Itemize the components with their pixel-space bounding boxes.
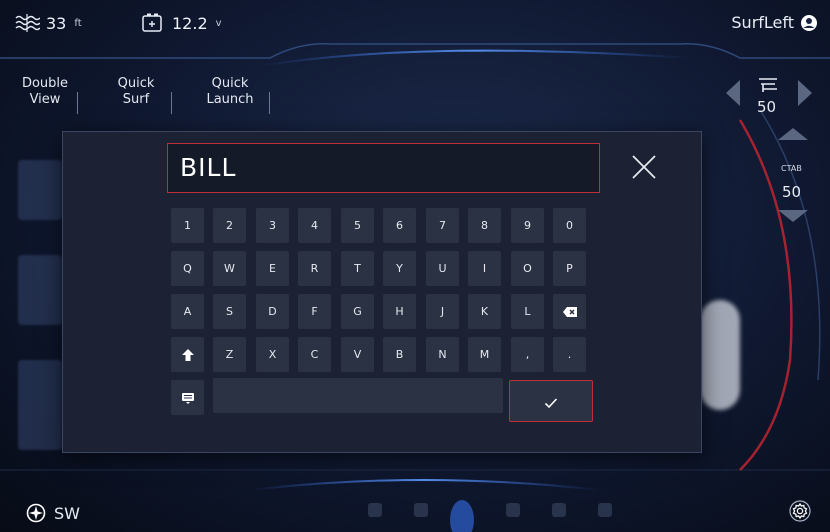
depth-readout: 33 ft <box>14 12 82 34</box>
key-t[interactable]: T <box>341 251 374 286</box>
depth-waves-icon <box>15 14 40 32</box>
keyboard-layout-key[interactable] <box>171 380 204 415</box>
dock-icon[interactable] <box>414 503 428 517</box>
background-blurred-shape <box>700 300 740 410</box>
key-n[interactable]: N <box>426 337 459 372</box>
heading-value: SW <box>54 503 80 523</box>
ctab-up-arrow[interactable] <box>776 126 810 142</box>
key-2[interactable]: 2 <box>213 208 246 243</box>
compass-icon <box>26 503 46 523</box>
confirm-button[interactable] <box>509 380 593 422</box>
key-f[interactable]: F <box>298 294 331 329</box>
key-b[interactable]: B <box>383 337 416 372</box>
key-l[interactable]: L <box>511 294 544 329</box>
key-y[interactable]: Y <box>383 251 416 286</box>
key-x[interactable]: X <box>256 337 289 372</box>
key-j[interactable]: J <box>426 294 459 329</box>
close-icon[interactable] <box>630 153 658 181</box>
ctab-down-arrow[interactable] <box>776 208 810 224</box>
key-0[interactable]: 0 <box>553 208 586 243</box>
battery-icon <box>142 13 162 32</box>
trim-right-arrow[interactable] <box>796 78 814 108</box>
key-4[interactable]: 4 <box>298 208 331 243</box>
key-q[interactable]: Q <box>171 251 204 286</box>
dock-icon[interactable] <box>368 503 382 517</box>
key-5[interactable]: 5 <box>341 208 374 243</box>
tab-label: Quick <box>211 76 249 91</box>
key-8[interactable]: 8 <box>468 208 501 243</box>
key-period[interactable]: . <box>553 337 586 372</box>
trim-left-arrow[interactable] <box>724 78 742 108</box>
depth-value: 33 <box>46 13 67 33</box>
backspace-icon <box>562 307 577 317</box>
key-comma[interactable]: , <box>511 337 544 372</box>
key-c[interactable]: C <box>298 337 331 372</box>
trim-tab-icon <box>759 78 777 92</box>
ctab-value: 50 <box>782 183 802 201</box>
tab-label: Launch <box>206 92 254 107</box>
key-r[interactable]: R <box>298 251 331 286</box>
dock-icon[interactable] <box>552 503 566 517</box>
top-status-bar: 33 ft 12.2 v SurfLeft <box>0 0 830 58</box>
checkmark-icon <box>544 397 558 408</box>
battery-readout: 12.2 v <box>140 12 222 34</box>
shift-arrow-icon <box>181 349 194 361</box>
trim-value: 50 <box>757 98 777 116</box>
tab-label: Surf <box>122 92 150 107</box>
background-blurred-panel <box>0 120 62 500</box>
key-g[interactable]: G <box>341 294 374 329</box>
user-circle-icon <box>801 14 817 31</box>
tab-double-view[interactable]: Double View <box>20 74 78 114</box>
key-v[interactable]: V <box>341 337 374 372</box>
key-1[interactable]: 1 <box>171 208 204 243</box>
key-w[interactable]: W <box>213 251 246 286</box>
ctab-label: CTAB <box>781 164 802 173</box>
shift-key[interactable] <box>171 337 204 372</box>
key-o[interactable]: O <box>511 251 544 286</box>
key-a[interactable]: A <box>171 294 204 329</box>
tab-quick-launch[interactable]: Quick Launch <box>198 74 270 114</box>
key-3[interactable]: 3 <box>256 208 289 243</box>
key-d[interactable]: D <box>256 294 289 329</box>
profile-name: SurfLeft <box>731 13 794 32</box>
battery-value: 12.2 <box>172 13 208 33</box>
key-s[interactable]: S <box>213 294 246 329</box>
space-bar[interactable] <box>213 378 503 413</box>
key-6[interactable]: 6 <box>383 208 416 243</box>
key-9[interactable]: 9 <box>511 208 544 243</box>
key-m[interactable]: M <box>468 337 501 372</box>
profile-selector[interactable]: SurfLeft <box>731 13 818 32</box>
depth-unit: ft <box>74 17 82 29</box>
key-h[interactable]: H <box>383 294 416 329</box>
compass-heading: SW <box>26 503 80 523</box>
key-k[interactable]: K <box>468 294 501 329</box>
backspace-key[interactable] <box>553 294 586 329</box>
keyboard-dialog: BILL 1 2 3 4 5 6 7 8 9 0 Q W E R T Y U I… <box>62 131 702 453</box>
keyboard-icon <box>181 393 194 404</box>
key-z[interactable]: Z <box>213 337 246 372</box>
battery-unit: v <box>215 17 222 29</box>
dock-icon[interactable] <box>506 503 520 517</box>
tab-label: Quick <box>117 76 155 91</box>
tab-label: Double <box>21 76 69 91</box>
key-e[interactable]: E <box>256 251 289 286</box>
key-i[interactable]: I <box>468 251 501 286</box>
dock-icon[interactable] <box>598 503 612 517</box>
tab-quick-surf[interactable]: Quick Surf <box>108 74 172 114</box>
gear-icon[interactable] <box>789 500 811 522</box>
key-u[interactable]: U <box>426 251 459 286</box>
name-input[interactable]: BILL <box>167 143 600 193</box>
tab-label: View <box>29 92 61 107</box>
key-7[interactable]: 7 <box>426 208 459 243</box>
key-p[interactable]: P <box>553 251 586 286</box>
